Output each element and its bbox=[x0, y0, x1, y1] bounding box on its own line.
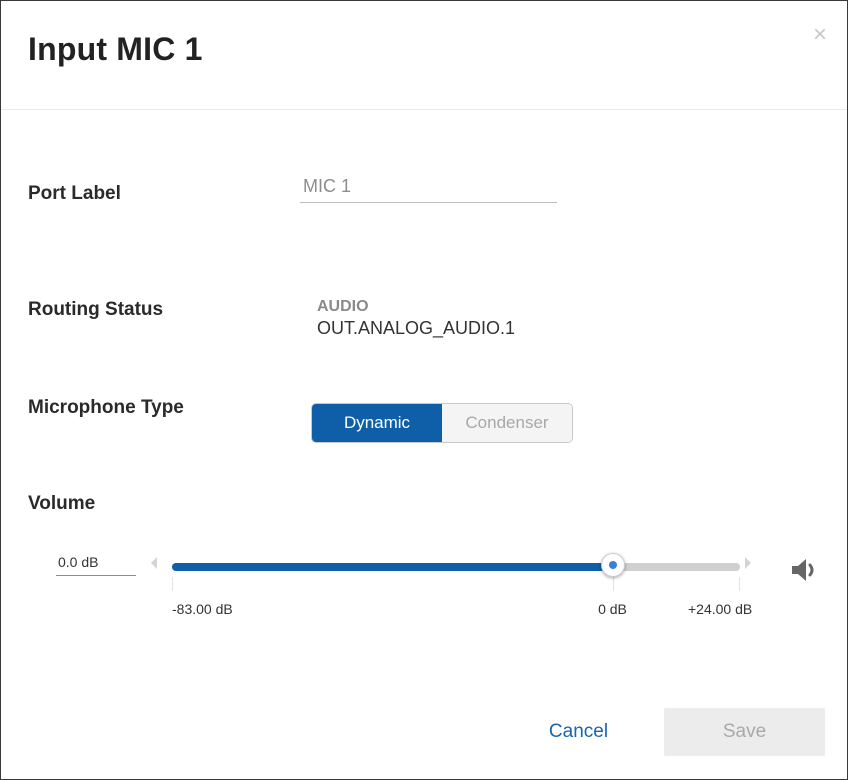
microphone-type-toggle: Dynamic Condenser bbox=[311, 403, 573, 443]
volume-decrease-arrow-icon[interactable] bbox=[151, 557, 157, 569]
volume-zero-tick bbox=[612, 577, 614, 591]
close-icon[interactable]: × bbox=[813, 23, 827, 47]
volume-min-label: -83.00 dB bbox=[172, 601, 233, 617]
port-label-heading: Port Label bbox=[28, 183, 121, 204]
save-button[interactable]: Save bbox=[664, 708, 825, 756]
dialog-header: Input MIC 1 × bbox=[1, 1, 847, 110]
routing-destination: OUT.ANALOG_AUDIO.1 bbox=[317, 318, 516, 338]
volume-zero-label: 0 dB bbox=[598, 601, 627, 617]
speaker-icon[interactable] bbox=[789, 556, 823, 584]
cancel-button[interactable]: Cancel bbox=[531, 709, 626, 755]
volume-min-tick bbox=[172, 577, 173, 591]
volume-slider-thumb[interactable] bbox=[600, 553, 625, 577]
volume-slider-fill bbox=[172, 563, 613, 571]
input-settings-dialog: Input MIC 1 × Port Label Routing Status … bbox=[0, 0, 848, 780]
routing-type: AUDIO bbox=[317, 298, 369, 315]
microphone-type-heading: Microphone Type bbox=[28, 397, 184, 418]
volume-slider-track[interactable] bbox=[172, 563, 740, 571]
dialog-title: Input MIC 1 bbox=[28, 31, 203, 67]
microphone-type-dynamic-option[interactable]: Dynamic bbox=[312, 404, 442, 442]
microphone-type-condenser-option[interactable]: Condenser bbox=[442, 404, 572, 442]
routing-status-heading: Routing Status bbox=[28, 299, 164, 320]
volume-max-tick bbox=[739, 577, 740, 591]
port-label-input[interactable] bbox=[300, 171, 557, 203]
volume-value-field[interactable]: 0.0 dB bbox=[56, 554, 136, 576]
volume-increase-arrow-icon[interactable] bbox=[745, 557, 751, 569]
volume-max-label: +24.00 dB bbox=[688, 601, 753, 617]
volume-heading: Volume bbox=[28, 493, 96, 514]
